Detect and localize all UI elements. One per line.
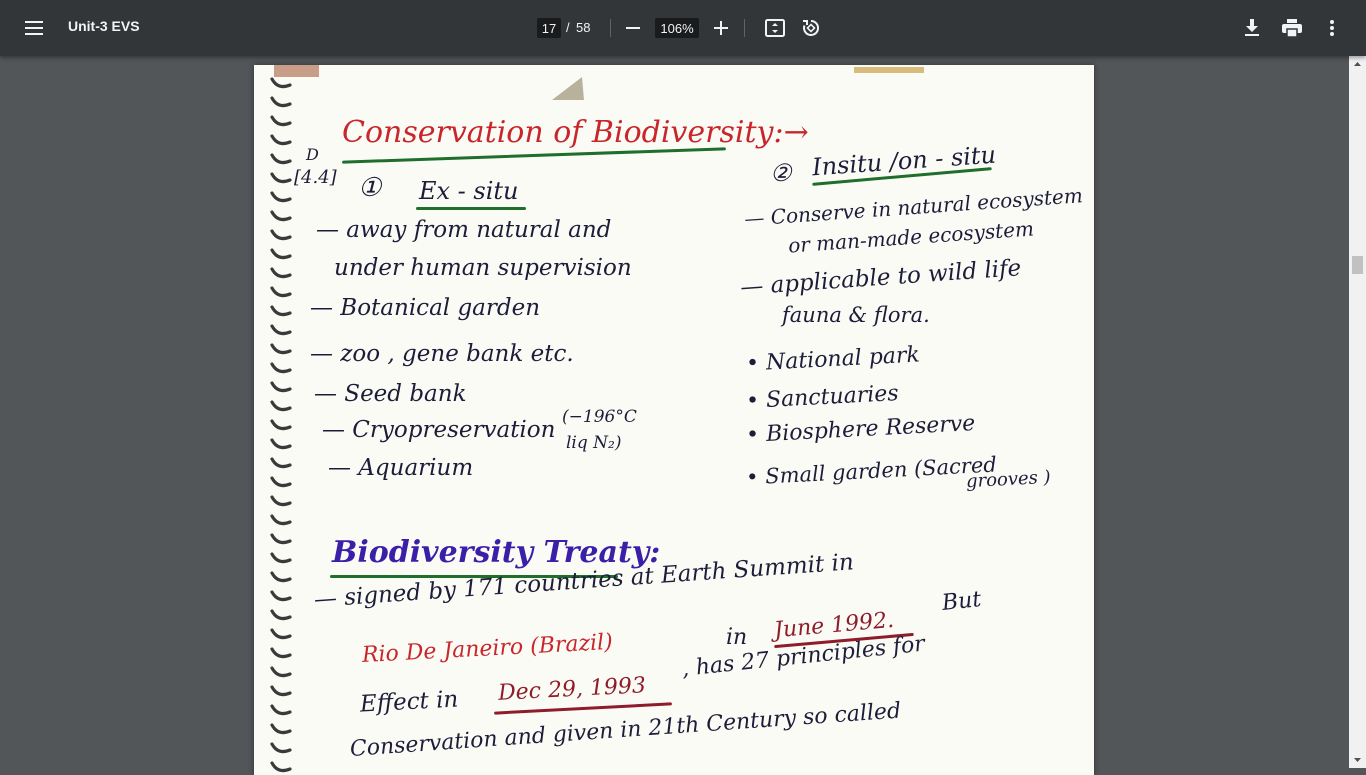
spiral-ring (270, 457, 292, 469)
print-icon (1282, 19, 1302, 37)
spiral-ring (270, 229, 292, 241)
document-title: Unit-3 EVS (68, 18, 140, 34)
spiral-ring (270, 210, 292, 222)
toolbar-divider (744, 19, 745, 37)
spiral-ring (270, 286, 292, 298)
spiral-ring (270, 115, 292, 127)
spiral-ring (270, 400, 292, 412)
zoom-in-button[interactable] (706, 12, 736, 44)
spiral-ring (270, 134, 292, 146)
spiral-ring (270, 761, 292, 773)
note-line: under human supervision (334, 255, 632, 281)
spiral-ring (270, 267, 292, 279)
spiral-ring (270, 704, 292, 716)
note-annotation: liq N₂) (566, 433, 622, 453)
spiral-ring (270, 343, 292, 355)
more-vertical-icon (1330, 20, 1334, 36)
note-line: • Small garden (Sacred (745, 452, 998, 490)
download-icon (1245, 19, 1259, 36)
pdf-toolbar: Unit-3 EVS / 58 (0, 0, 1366, 56)
spiral-ring (270, 172, 292, 184)
section-number: ① (358, 173, 382, 203)
spiral-ring (270, 742, 292, 754)
vertical-scrollbar[interactable] (1349, 56, 1366, 768)
section-number: ② (770, 159, 792, 187)
spiral-ring (270, 248, 292, 260)
zoom-input[interactable] (655, 18, 699, 38)
pdf-page: D [4.4] Conservation of Biodiversity:→ ①… (254, 65, 1094, 775)
note-line: fauna & flora. (782, 303, 930, 327)
note-line: — Botanical garden (310, 295, 541, 321)
spiral-ring (270, 514, 292, 526)
spiral-ring (270, 438, 292, 450)
spiral-ring (270, 590, 292, 602)
spiral-ring (270, 476, 292, 488)
scroll-thumb[interactable] (1352, 256, 1363, 274)
page-total: 58 (576, 20, 591, 35)
spiral-ring (270, 419, 292, 431)
spiral-ring (270, 647, 292, 659)
minus-icon (626, 27, 640, 29)
ex-situ-underline (416, 207, 526, 210)
note-line: — Cryopreservation (322, 417, 556, 443)
spiral-ring (270, 191, 292, 203)
note-line: — Seed bank (314, 381, 467, 407)
margin-mark: D (306, 145, 319, 164)
note-annotation: (−196°C (562, 407, 637, 427)
print-button[interactable] (1276, 12, 1308, 44)
toolbar-divider (610, 19, 611, 37)
note-line: — away from natural and (316, 217, 612, 243)
scroll-down-button[interactable] (1349, 751, 1366, 768)
note-line: • National park (745, 342, 921, 377)
arrow-down-icon (1354, 758, 1361, 762)
note-line: • Sanctuaries (745, 381, 900, 414)
spiral-ring (270, 324, 292, 336)
notebook-spiral (270, 77, 292, 773)
spiral-ring (270, 666, 292, 678)
note-text: Effect in (359, 686, 459, 718)
spiral-ring (270, 495, 292, 507)
margin-mark: [4.4] (294, 167, 337, 188)
page-top-edge (274, 65, 924, 100)
spiral-ring (270, 723, 292, 735)
spiral-ring (270, 305, 292, 317)
note-line: — zoo , gene bank etc. (310, 341, 574, 367)
spiral-ring (270, 571, 292, 583)
download-button[interactable] (1236, 12, 1268, 44)
more-options-button[interactable] (1316, 12, 1348, 44)
page-separator: / (566, 20, 570, 35)
spiral-ring (270, 153, 292, 165)
spiral-ring (270, 685, 292, 697)
fit-to-page-button[interactable] (759, 12, 791, 44)
spiral-ring (270, 533, 292, 545)
ex-situ-title: Ex - situ (419, 177, 519, 205)
fit-page-icon (765, 19, 785, 37)
spiral-ring (270, 381, 292, 393)
page-number-input[interactable] (537, 18, 561, 38)
treaty-effect-date: Dec 29, 1993 (497, 673, 647, 706)
scroll-up-button[interactable] (1349, 56, 1366, 73)
treaty-heading: Biodiversity Treaty: (332, 535, 661, 570)
note-line: — Aquarium (328, 455, 474, 481)
note-text: in (726, 625, 748, 650)
notes-heading: Conservation of Biodiversity:→ (342, 115, 809, 150)
treaty-place: Rio De Janeiro (Brazil) (361, 629, 614, 668)
rotate-button[interactable] (795, 12, 827, 44)
plus-icon (714, 21, 728, 35)
note-text: But (940, 587, 983, 616)
spiral-ring (270, 628, 292, 640)
note-line: grooves ) (965, 466, 1052, 493)
menu-icon (25, 21, 43, 35)
spiral-ring (270, 609, 292, 621)
spiral-ring (270, 362, 292, 374)
note-line: • Biosphere Reserve (745, 411, 976, 448)
rotate-icon (803, 19, 820, 36)
spiral-ring (270, 552, 292, 564)
zoom-out-button[interactable] (618, 12, 648, 44)
note-line: — applicable to wild life (739, 255, 1023, 301)
arrow-up-icon (1354, 62, 1361, 66)
menu-button[interactable] (14, 8, 54, 48)
